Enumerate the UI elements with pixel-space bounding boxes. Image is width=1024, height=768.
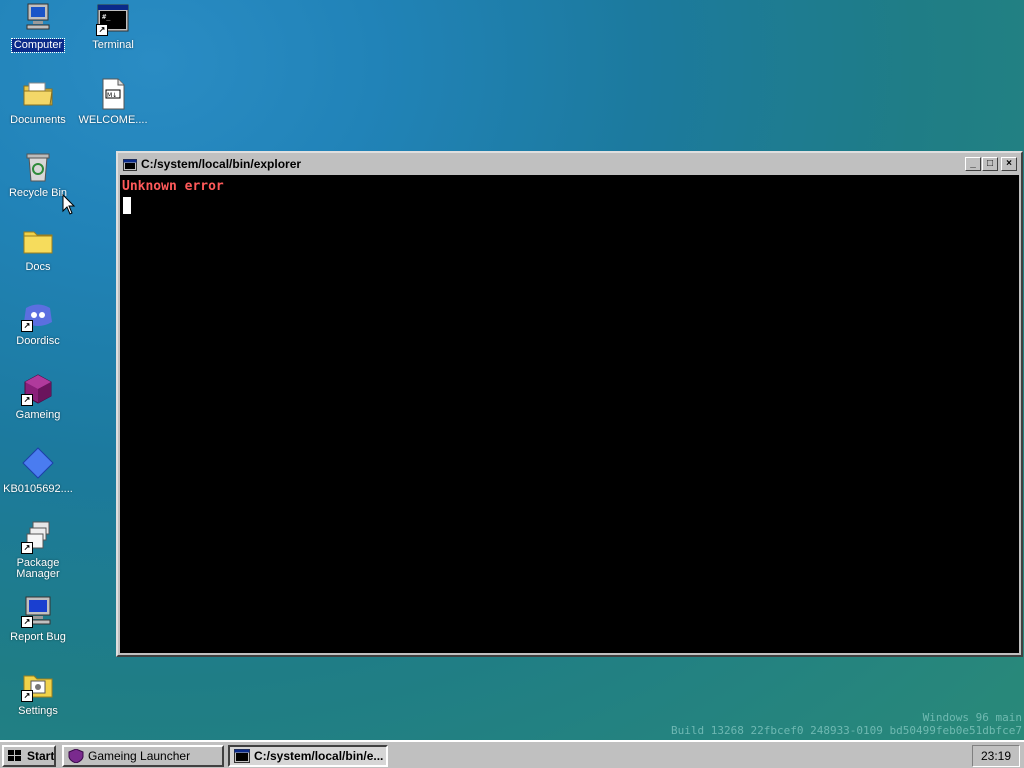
desktop-icon-doordisc[interactable]: ↗ Doordisc <box>0 298 76 348</box>
computer-icon <box>21 2 55 36</box>
desktop-icon-welcome[interactable]: M↓ WELCOME.... <box>75 77 151 127</box>
settings-icon: ↗ <box>21 668 55 702</box>
desktop-icon-label: Computer <box>10 38 66 53</box>
desktop-icon-label: Documents <box>10 114 66 126</box>
desktop-icon-label: Settings <box>18 705 58 717</box>
terminal-icon: #_ ↗ <box>96 2 130 36</box>
desktop-icon-label: Recycle Bin <box>8 187 68 199</box>
start-logo-icon <box>7 749 23 763</box>
desktop-icon-label: Terminal <box>92 39 134 51</box>
build-watermark: Windows 96 main Build 13268 22fbcef0 248… <box>671 711 1022 737</box>
close-button[interactable]: × <box>1001 157 1017 171</box>
maximize-button[interactable]: □ <box>982 157 998 171</box>
terminal-icon <box>234 749 250 763</box>
desktop-icon-computer[interactable]: Computer <box>0 2 76 53</box>
gameing-shield-icon <box>68 748 84 764</box>
shortcut-arrow-icon: ↗ <box>21 690 33 702</box>
folder-icon <box>21 224 55 258</box>
desktop-icon-kb0105692[interactable]: KB0105692.... <box>0 446 76 496</box>
gameing-cube-icon: ↗ <box>21 372 55 406</box>
watermark-line-2: Build 13268 22fbcef0 248933-0109 bd50499… <box>671 724 1022 737</box>
desktop-icon-documents[interactable]: Documents <box>0 77 76 127</box>
desktop-icon-label: KB0105692.... <box>3 483 73 495</box>
desktop-icon-package-manager[interactable]: ↗ Package Manager <box>0 520 76 581</box>
desktop-icon-label: Doordisc <box>16 335 60 347</box>
shortcut-arrow-icon: ↗ <box>21 542 33 554</box>
desktop-icon-settings[interactable]: ↗ Settings <box>0 668 76 718</box>
desktop-icon-docs[interactable]: Docs <box>0 224 76 274</box>
package-manager-icon: ↗ <box>21 520 55 554</box>
taskbar: Start Gameing Launcher C:/system/local/b… <box>0 740 1024 768</box>
taskbar-item-explorer[interactable]: C:/system/local/bin/e... <box>228 745 388 767</box>
mouse-pointer-icon <box>62 194 76 215</box>
watermark-line-1: Windows 96 main <box>922 711 1022 724</box>
taskbar-item-gameing-launcher[interactable]: Gameing Launcher <box>62 745 224 767</box>
diamond-icon <box>21 446 55 480</box>
text-cursor <box>123 197 131 214</box>
desktop-icon-recycle-bin[interactable]: Recycle Bin <box>0 150 76 200</box>
shortcut-arrow-icon: ↗ <box>21 616 33 628</box>
report-bug-icon: ↗ <box>21 594 55 628</box>
terminal-window-icon <box>123 158 137 171</box>
desktop-icon-label: Package Manager <box>16 557 60 580</box>
error-message: Unknown error <box>122 179 224 194</box>
desktop-icon-terminal[interactable]: #_ ↗ Terminal <box>75 2 151 52</box>
start-label: Start <box>27 749 55 763</box>
desktop-icon-label: Report Bug <box>10 631 66 643</box>
svg-text:M↓: M↓ <box>107 92 117 99</box>
desktop-icon-gameing[interactable]: ↗ Gameing <box>0 372 76 422</box>
recycle-bin-icon <box>21 150 55 184</box>
taskbar-item-label: C:/system/local/bin/e... <box>254 749 384 763</box>
shortcut-arrow-icon: ↗ <box>21 394 33 406</box>
explorer-terminal-window[interactable]: C:/system/local/bin/explorer _ □ × Unkno… <box>116 151 1023 657</box>
window-titlebar[interactable]: C:/system/local/bin/explorer _ □ × <box>120 155 1019 173</box>
console-output[interactable]: Unknown error <box>120 175 1019 653</box>
doordisc-icon: ↗ <box>21 298 55 332</box>
window-title: C:/system/local/bin/explorer <box>141 157 302 171</box>
shortcut-arrow-icon: ↗ <box>96 24 108 36</box>
desktop-icon-label: WELCOME.... <box>78 114 148 126</box>
documents-folder-icon <box>21 77 55 111</box>
minimize-button[interactable]: _ <box>965 157 981 171</box>
desktop-icon-report-bug[interactable]: ↗ Report Bug <box>0 594 76 644</box>
desktop-icon-label: Gameing <box>15 409 61 421</box>
markdown-file-icon: M↓ <box>96 77 130 111</box>
svg-text:#_: #_ <box>102 13 111 21</box>
taskbar-item-label: Gameing Launcher <box>88 749 191 763</box>
start-button[interactable]: Start <box>2 745 56 767</box>
shortcut-arrow-icon: ↗ <box>21 320 33 332</box>
desktop-icon-label: Docs <box>25 261 51 273</box>
system-tray-clock[interactable]: 23:19 <box>972 745 1020 767</box>
